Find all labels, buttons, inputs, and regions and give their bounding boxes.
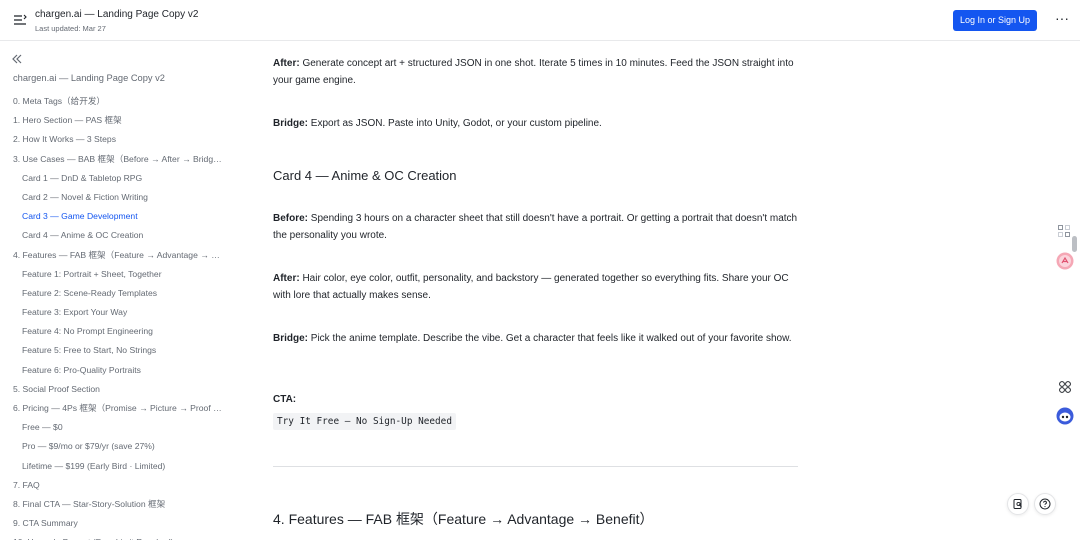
bridge-label: Bridge: <box>273 333 308 344</box>
before-text: Spending 3 hours on a character sheet th… <box>273 213 798 241</box>
last-updated-label: Last updated: Mar 27 <box>35 24 106 33</box>
toc-item[interactable]: 10. Upgrade Prompt (Free Limit Reached) <box>0 533 245 540</box>
toc-item[interactable]: Card 3 — Game Development <box>0 207 245 226</box>
table-of-contents: chargen.ai — Landing Page Copy v2 0. Met… <box>0 41 245 540</box>
before-paragraph: Before: Spending 3 hours on a character … <box>273 210 798 244</box>
ai-assistant-icon[interactable] <box>1056 252 1074 270</box>
document-body: After: Generate concept art + structured… <box>273 41 803 540</box>
bot-avatar-icon[interactable] <box>1056 407 1074 425</box>
after-text: Hair color, eye color, outfit, personali… <box>273 273 789 301</box>
toc-item[interactable]: Feature 2: Scene-Ready Templates <box>0 284 245 303</box>
double-chevron-left-icon[interactable] <box>10 52 24 66</box>
bridge-paragraph: Bridge: Pick the anime template. Describ… <box>273 330 798 347</box>
toc-item[interactable]: 3. Use Cases — BAB 框架（Before → After → B… <box>0 150 245 169</box>
bridge-text: Pick the anime template. Describe the vi… <box>308 333 792 344</box>
toc-item[interactable]: Feature 4: No Prompt Engineering <box>0 322 245 341</box>
toc-item[interactable]: Free — $0 <box>0 418 245 437</box>
grid-layout-icon[interactable] <box>1057 224 1075 242</box>
bridge-label: Bridge: <box>273 118 308 129</box>
card4-heading: Card 4 — Anime & OC Creation <box>273 168 457 183</box>
toc-item[interactable]: 9. CTA Summary <box>0 514 245 533</box>
cta-label-text: CTA: <box>273 394 297 405</box>
toc-document-title[interactable]: chargen.ai — Landing Page Copy v2 <box>13 73 165 83</box>
toc-item[interactable]: Feature 6: Pro-Quality Portraits <box>0 361 245 380</box>
toc-item[interactable]: Card 4 — Anime & OC Creation <box>0 226 245 245</box>
toc-item[interactable]: 7. FAQ <box>0 476 245 495</box>
menu-list-icon[interactable] <box>13 13 27 27</box>
toc-item[interactable]: Feature 3: Export Your Way <box>0 303 245 322</box>
toc-item[interactable]: 6. Pricing — 4Ps 框架（Promise → Picture → … <box>0 399 245 418</box>
toc-item[interactable]: 5. Social Proof Section <box>0 380 245 399</box>
bridge-paragraph-card3: Bridge: Export as JSON. Paste into Unity… <box>273 115 798 132</box>
after-paragraph: After: Hair color, eye color, outfit, pe… <box>273 270 798 304</box>
toc-item[interactable]: Card 2 — Novel & Fiction Writing <box>0 188 245 207</box>
bridge-text: Export as JSON. Paste into Unity, Godot,… <box>308 118 602 129</box>
document-outline-icon <box>1013 499 1022 509</box>
toc-item[interactable]: 1. Hero Section — PAS 框架 <box>0 111 245 130</box>
apps-icon[interactable] <box>1058 380 1076 398</box>
toc-item[interactable]: 8. Final CTA — Star-Story-Solution 框架 <box>0 495 245 514</box>
after-label: After: <box>273 58 300 69</box>
section-divider <box>273 466 798 467</box>
help-icon <box>1039 498 1051 510</box>
toc-item[interactable]: Card 1 — DnD & Tabletop RPG <box>0 169 245 188</box>
toc-item[interactable]: 4. Features — FAB 框架（Feature → Advantage… <box>0 246 245 265</box>
help-fab[interactable] <box>1034 493 1056 515</box>
login-signup-button[interactable]: Log In or Sign Up <box>953 10 1037 31</box>
toc-item[interactable]: Lifetime — $199 (Early Bird · Limited) <box>0 457 245 476</box>
after-label: After: <box>273 273 300 284</box>
toc-item[interactable]: Pro — $9/mo or $79/yr (save 27%) <box>0 437 245 456</box>
toc-item[interactable]: 2. How It Works — 3 Steps <box>0 130 245 149</box>
toc-list: 0. Meta Tags（给开发） 1. Hero Section — PAS 框… <box>0 92 245 540</box>
top-bar: chargen.ai — Landing Page Copy v2 Last u… <box>0 0 1080 41</box>
toc-item[interactable]: Feature 1: Portrait + Sheet, Together <box>0 265 245 284</box>
document-title-block: chargen.ai — Landing Page Copy v2 Last u… <box>35 8 198 34</box>
toc-item[interactable]: Feature 5: Free to Start, No Strings <box>0 341 245 360</box>
more-horizontal-icon[interactable]: ··· <box>1053 10 1071 30</box>
cta-label: CTA: <box>273 391 798 408</box>
toc-item[interactable]: 0. Meta Tags（给开发） <box>0 92 245 111</box>
before-label: Before: <box>273 213 309 224</box>
document-title: chargen.ai — Landing Page Copy v2 <box>35 9 199 20</box>
document-outline-fab[interactable] <box>1007 493 1029 515</box>
after-text: Generate concept art + structured JSON i… <box>273 58 794 86</box>
after-paragraph-card3: After: Generate concept art + structured… <box>273 55 798 89</box>
features-heading: 4. Features — FAB 框架（Feature → Advantage… <box>273 511 654 527</box>
cta-code-inline: Try It Free — No Sign-Up Needed <box>273 413 456 430</box>
